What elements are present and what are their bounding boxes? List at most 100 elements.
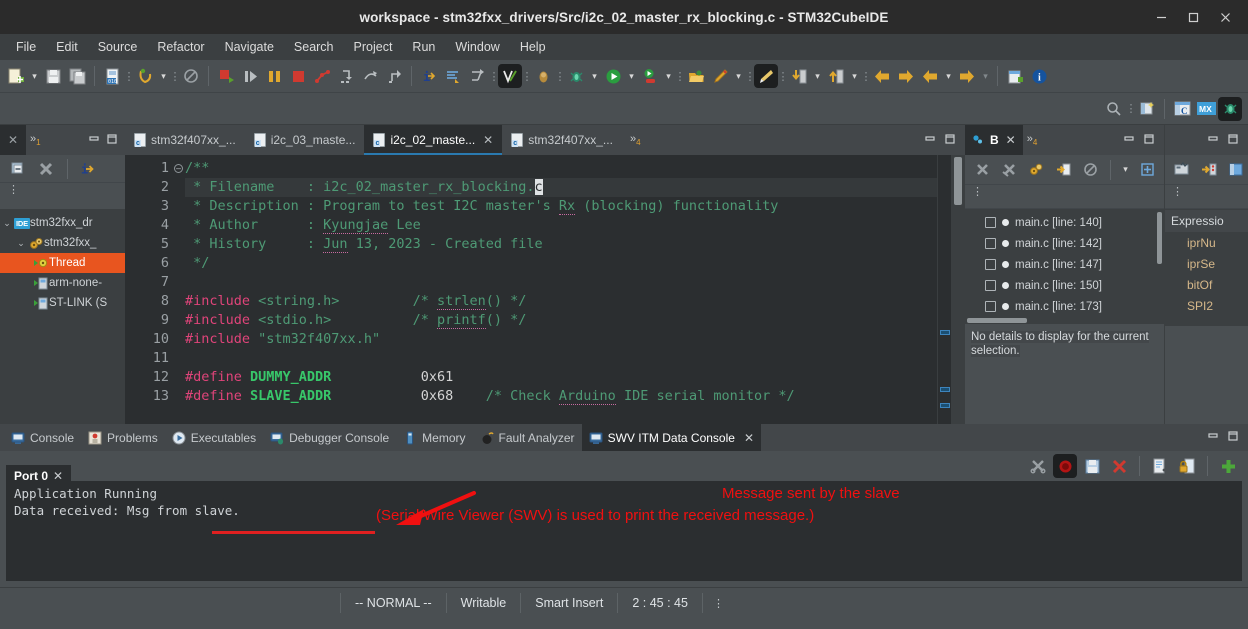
editor-more-tabs-chevron[interactable]: »4: [622, 133, 645, 147]
marker-indicator[interactable]: [940, 387, 950, 392]
ex-maximize-button[interactable]: [1224, 133, 1242, 148]
breakpoint-checkbox[interactable]: [985, 217, 996, 228]
menu-help[interactable]: Help: [510, 37, 556, 57]
ex-minimize-button[interactable]: [1204, 133, 1222, 148]
remove-expression-icon[interactable]: [1224, 158, 1248, 182]
remove-breakpoint-icon[interactable]: [970, 158, 994, 182]
save-icon[interactable]: [41, 64, 65, 88]
code-editor[interactable]: 1–2 3 4 5 6 7 8 9 10 11 12 13 /** * Filename : i2c_…: [125, 155, 965, 424]
tree-row-thread-selected[interactable]: Thread: [0, 253, 125, 273]
run-icon[interactable]: [601, 64, 625, 88]
prev-edit-icon[interactable]: [918, 64, 942, 88]
expressions-list[interactable]: iprNu iprSe bitOf SPI2: [1165, 232, 1248, 326]
console-tab-close-icon[interactable]: ✕: [744, 431, 754, 445]
collapse-all-icon[interactable]: [6, 157, 30, 181]
run-last-tool-icon[interactable]: [638, 64, 662, 88]
tab-memory[interactable]: Memory: [396, 424, 472, 451]
next-edit-dropdown[interactable]: ▾: [979, 71, 992, 82]
tab-console[interactable]: Console: [4, 424, 81, 451]
step-into-icon[interactable]: [334, 64, 358, 88]
debug-perspective-icon[interactable]: [1218, 96, 1242, 121]
add-breakpoint-icon[interactable]: [1135, 158, 1159, 182]
debug-history-icon[interactable]: [531, 64, 555, 88]
bp-vertical-scrollbar[interactable]: [1157, 212, 1162, 264]
start-trace-icon[interactable]: [1053, 454, 1077, 478]
menu-window[interactable]: Window: [445, 37, 509, 57]
tab-problems[interactable]: Problems: [81, 424, 165, 451]
save-all-icon[interactable]: [65, 64, 89, 88]
new-window-icon[interactable]: [1003, 64, 1027, 88]
goto-file-icon[interactable]: [1051, 158, 1075, 182]
expression-list-item[interactable]: iprNu: [1165, 236, 1248, 257]
pencil-icon[interactable]: [708, 64, 732, 88]
tree-row[interactable]: ⌄ stm32fxx_: [0, 233, 125, 253]
tab-fault-analyzer[interactable]: Fault Analyzer: [473, 424, 582, 451]
export-dropdown[interactable]: ▾: [848, 71, 861, 82]
breakpoint-checkbox[interactable]: [985, 238, 996, 249]
breakpoint-list-item[interactable]: main.c [line: 150]: [965, 275, 1164, 296]
back-icon[interactable]: [870, 64, 894, 88]
skip-all-breakpoints-icon[interactable]: [1078, 158, 1102, 182]
debug-maximize-button[interactable]: [103, 133, 121, 148]
pencil-dropdown[interactable]: ▾: [732, 71, 745, 82]
quick-access-dots[interactable]: [1126, 97, 1135, 121]
debug-dropdown[interactable]: ▾: [588, 71, 601, 82]
highlight-icon[interactable]: [754, 64, 778, 88]
expression-list-item[interactable]: iprSe: [1165, 257, 1248, 278]
c-perspective-icon[interactable]: C: [1170, 97, 1194, 121]
monitor-memory-icon[interactable]: [1170, 158, 1194, 182]
menu-search[interactable]: Search: [284, 37, 344, 57]
breakpoint-checkbox[interactable]: [985, 280, 996, 291]
external-tools-dropdown[interactable]: ▾: [157, 71, 170, 82]
menu-refactor[interactable]: Refactor: [147, 37, 214, 57]
run-tool-dropdown[interactable]: ▾: [662, 71, 675, 82]
import-icon[interactable]: [787, 64, 811, 88]
tree-row[interactable]: arm-none-: [0, 273, 125, 293]
breakpoints-list[interactable]: main.c [line: 140] main.c [line: 142] main…: [965, 209, 1164, 324]
step-over-icon[interactable]: [358, 64, 382, 88]
new-perspective-icon[interactable]: [1135, 97, 1159, 121]
suspend-icon[interactable]: [262, 64, 286, 88]
import-dropdown[interactable]: ▾: [811, 71, 824, 82]
menu-navigate[interactable]: Navigate: [215, 37, 284, 57]
show-info-icon[interactable]: i: [77, 157, 101, 181]
next-edit-icon[interactable]: [955, 64, 979, 88]
console-maximize-button[interactable]: [1224, 430, 1242, 445]
editor-minimize-button[interactable]: [921, 133, 939, 148]
menu-project[interactable]: Project: [344, 37, 403, 57]
editor-tab-1[interactable]: i2c_03_maste...: [245, 125, 365, 155]
vim-mode-icon[interactable]: [498, 64, 522, 88]
menu-file[interactable]: File: [6, 37, 46, 57]
minimize-button[interactable]: [1146, 4, 1176, 30]
instruction-stepping-icon[interactable]: i: [417, 64, 441, 88]
menu-edit[interactable]: Edit: [46, 37, 88, 57]
breakpoints-tab[interactable]: B ✕: [965, 125, 1023, 155]
prev-edit-dropdown[interactable]: ▾: [942, 71, 955, 82]
breakpoint-list-item[interactable]: main.c [line: 142]: [965, 233, 1164, 254]
twisty-icon[interactable]: ⌄: [14, 238, 28, 249]
editor-tab-3[interactable]: stm32f407xx_...: [502, 125, 622, 155]
build-project-icon[interactable]: 010: [100, 64, 124, 88]
step-return-icon[interactable]: [382, 64, 406, 88]
add-expression-icon[interactable]: [1197, 158, 1221, 182]
lock-scroll-icon[interactable]: [1175, 454, 1199, 478]
debug-tab-close-icon[interactable]: ✕: [0, 125, 26, 155]
code-area[interactable]: /** * Filename : i2c_02_master_rx_blocki…: [173, 155, 937, 424]
marker-indicator[interactable]: [940, 403, 950, 408]
console-output[interactable]: Application Running Data received: Msg f…: [6, 481, 1242, 581]
expression-list-item[interactable]: bitOf: [1165, 278, 1248, 299]
terminate-icon[interactable]: [286, 64, 310, 88]
breakpoints-tab-close-icon[interactable]: ✕: [1006, 133, 1016, 147]
link-to-debug-view-icon[interactable]: [1024, 158, 1048, 182]
debug-view-menu[interactable]: ⋮: [0, 183, 125, 209]
editor-tab-2-active[interactable]: i2c_02_maste... ✕: [364, 125, 503, 155]
next-annotation-icon[interactable]: [441, 64, 465, 88]
clear-console-icon[interactable]: [1107, 454, 1131, 478]
more-tabs-chevron[interactable]: »1: [26, 133, 45, 147]
text-file-icon[interactable]: [1148, 454, 1172, 478]
scrollbar-thumb[interactable]: [954, 157, 962, 205]
status-overflow-menu[interactable]: ⋮: [703, 597, 734, 610]
breakpoint-list-item[interactable]: main.c [line: 140]: [965, 212, 1164, 233]
run-dropdown[interactable]: ▾: [625, 71, 638, 82]
save-trace-icon[interactable]: [1080, 454, 1104, 478]
